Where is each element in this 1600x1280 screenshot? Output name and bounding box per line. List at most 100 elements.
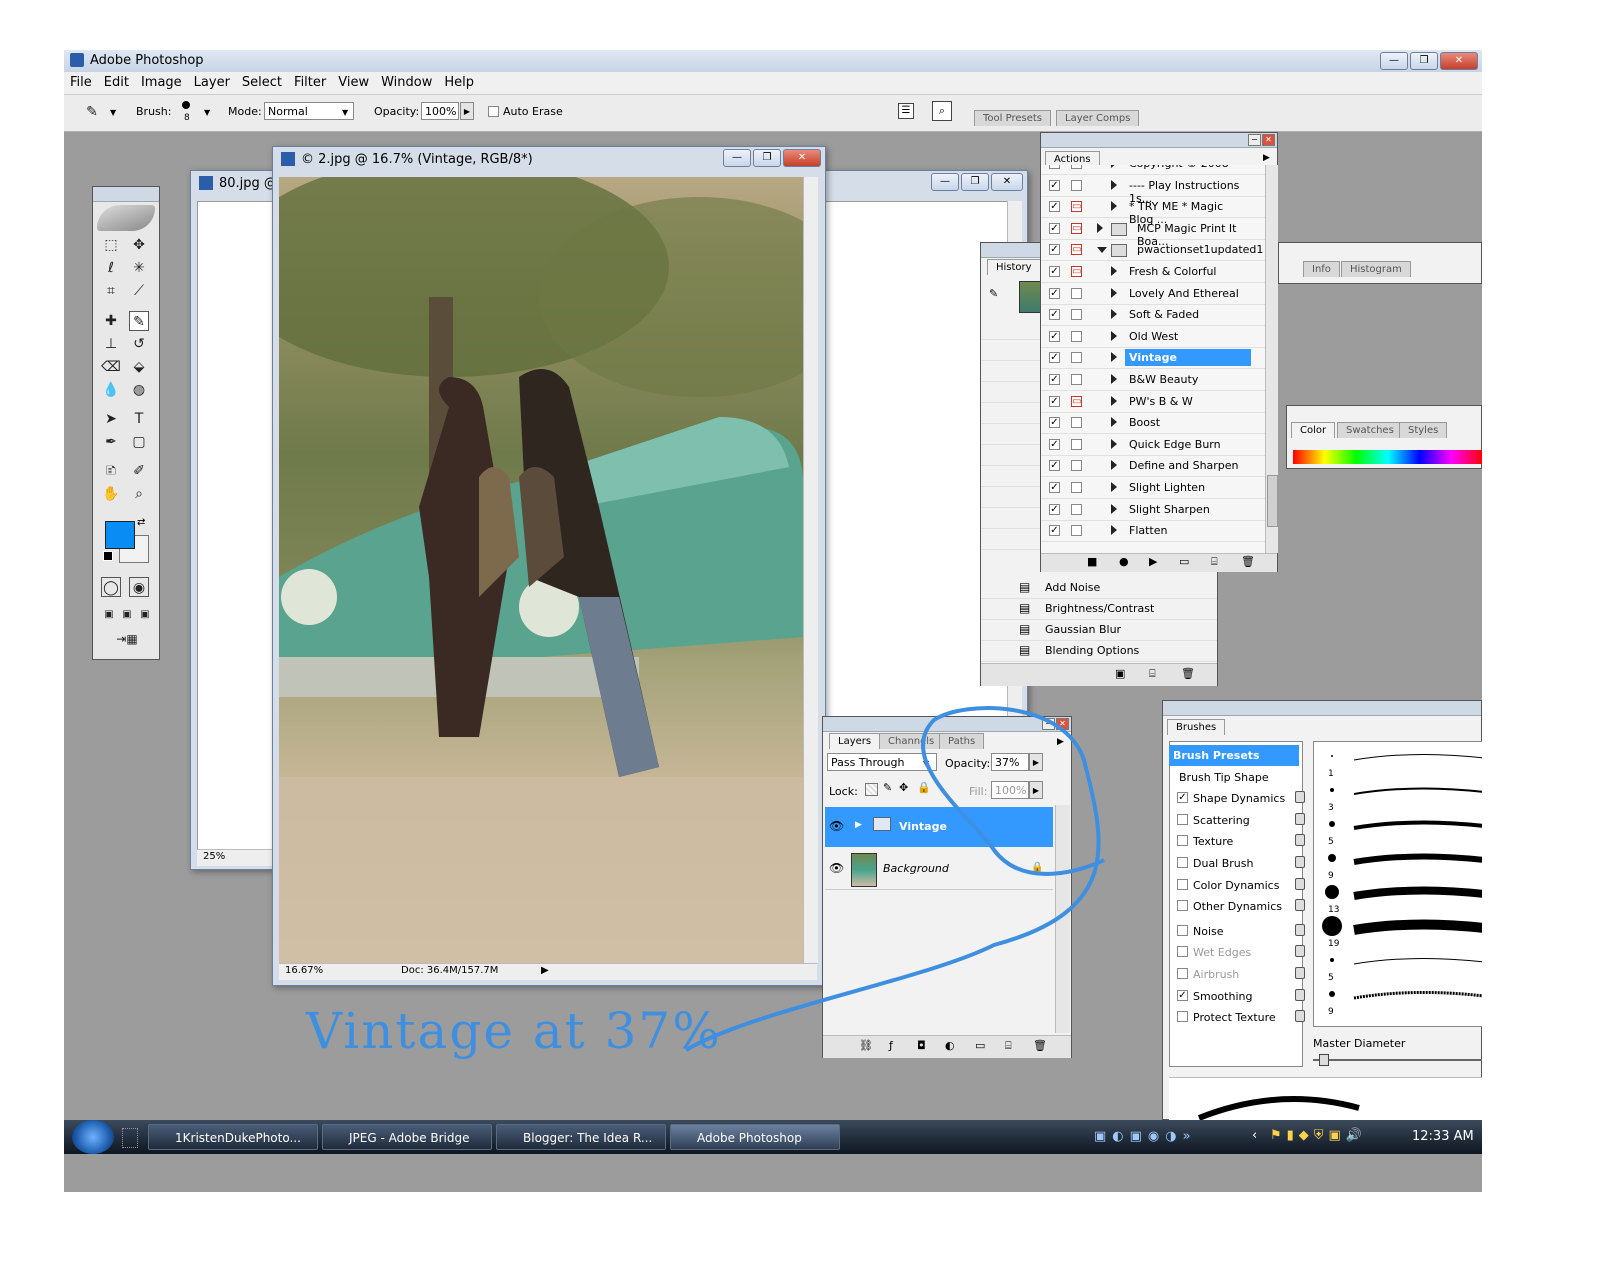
brush-option-lock-icon[interactable]: [1295, 1010, 1305, 1023]
action-dialog-toggle[interactable]: [1071, 287, 1082, 299]
doc2-close-button[interactable]: ✕: [783, 149, 821, 167]
brush-option-row[interactable]: Protect Texture: [1175, 1007, 1305, 1028]
action-expand-icon[interactable]: [1111, 201, 1117, 212]
action-item[interactable]: ✓ ▭ Fresh & Colorful: [1041, 261, 1265, 283]
brush-option-row[interactable]: Texture: [1175, 831, 1305, 852]
brush-preset-dot[interactable]: [1330, 958, 1334, 962]
brush-option-row[interactable]: Scattering: [1175, 810, 1305, 831]
tray-expand-icon[interactable]: ‹: [1252, 1128, 1257, 1143]
action-dialog-toggle[interactable]: ▭: [1071, 244, 1082, 256]
history-brush-tool-icon[interactable]: ↺: [129, 334, 149, 354]
clock[interactable]: 12:33 AM: [1412, 1129, 1474, 1144]
action-expand-icon[interactable]: [1111, 309, 1117, 320]
dodge-tool-icon[interactable]: ◍: [129, 380, 149, 400]
brush-preset-stroke[interactable]: [1353, 957, 1482, 965]
brush-option-checkbox[interactable]: [1177, 900, 1188, 912]
action-dialog-toggle[interactable]: [1071, 482, 1082, 493]
action-toggle-checkbox[interactable]: ✓: [1049, 201, 1060, 213]
minimize-button[interactable]: —: [1380, 52, 1408, 70]
action-toggle-checkbox[interactable]: ✓: [1049, 222, 1060, 234]
paint-bucket-tool-icon[interactable]: ⬙: [129, 357, 149, 377]
brush-preview-icon[interactable]: [182, 101, 190, 109]
tool-preset-dropdown-icon[interactable]: ▼: [110, 108, 116, 117]
swap-colors-icon[interactable]: ⇄: [137, 517, 145, 528]
set-expand-icon[interactable]: [1097, 247, 1107, 254]
action-item[interactable]: ✓ ▭ pwactionset1updated1: [1041, 239, 1265, 262]
doc80-zoom-level[interactable]: 25%: [203, 851, 225, 862]
color-spectrum-ramp[interactable]: [1293, 450, 1482, 464]
action-toggle-checkbox[interactable]: ✓: [1049, 352, 1060, 364]
action-item[interactable]: ✓ Copyright © 2008: [1041, 165, 1265, 175]
brush-option-row[interactable]: Other Dynamics: [1175, 896, 1305, 917]
brush-option-lock-icon[interactable]: [1295, 791, 1305, 804]
action-toggle-checkbox[interactable]: ✓: [1049, 460, 1060, 472]
action-toggle-checkbox[interactable]: ✓: [1049, 417, 1060, 429]
menu-layer[interactable]: Layer: [188, 72, 236, 90]
action-item[interactable]: ✓ Slight Sharpen: [1041, 499, 1265, 521]
action-expand-icon[interactable]: [1111, 266, 1117, 276]
action-expand-icon[interactable]: [1111, 330, 1117, 341]
pen-tool-icon[interactable]: ✒: [101, 432, 121, 452]
taskbar-item-kristenduke[interactable]: 1KristenDukePhoto...: [148, 1124, 318, 1150]
brush-preset-stroke[interactable]: [1353, 990, 1482, 1000]
brush-option-row[interactable]: Brush Tip Shape: [1175, 767, 1305, 788]
doc80-close-button[interactable]: ✕: [991, 173, 1023, 191]
lasso-tool-icon[interactable]: ℓ: [101, 258, 121, 278]
action-dialog-toggle[interactable]: [1071, 438, 1082, 450]
brush-preset-stroke[interactable]: [1353, 853, 1482, 865]
start-button[interactable]: [72, 1120, 114, 1154]
action-toggle-checkbox[interactable]: ✓: [1049, 503, 1060, 515]
healing-brush-tool-icon[interactable]: ✚: [101, 311, 121, 331]
action-dialog-toggle[interactable]: [1071, 179, 1082, 191]
shape-tool-icon[interactable]: ▢: [129, 432, 149, 452]
menu-help[interactable]: Help: [438, 72, 480, 90]
brush-option-row[interactable]: Dual Brush: [1175, 853, 1305, 874]
stop-recording-icon[interactable]: ■: [1087, 555, 1097, 568]
screen-mode-menu-icon[interactable]: ▣: [117, 605, 137, 625]
type-tool-icon[interactable]: T: [129, 409, 149, 429]
tab-swatches[interactable]: Swatches: [1337, 422, 1403, 438]
clone-stamp-tool-icon[interactable]: ⊥: [101, 334, 121, 354]
doc2-minimize-button[interactable]: —: [723, 149, 751, 167]
delete-state-icon[interactable]: 🗑: [1181, 667, 1195, 680]
history-item[interactable]: ▤ Brightness/Contrast: [981, 598, 1217, 620]
doc2-status-menu-arrow-icon[interactable]: ▶: [541, 965, 549, 976]
foreground-color-swatch[interactable]: [105, 521, 135, 549]
action-dialog-toggle[interactable]: [1071, 374, 1082, 385]
menu-filter[interactable]: Filter: [288, 72, 332, 90]
brush-option-checkbox[interactable]: [1177, 878, 1188, 890]
brush-preset-dot[interactable]: [1325, 885, 1339, 899]
menu-select[interactable]: Select: [236, 72, 288, 90]
move-tool-icon[interactable]: ✥: [129, 235, 149, 255]
zoom-tool-icon[interactable]: ⌕: [129, 484, 149, 504]
action-toggle-checkbox[interactable]: ✓: [1049, 374, 1060, 385]
action-toggle-checkbox[interactable]: ✓: [1049, 525, 1060, 537]
opacity-input[interactable]: 100%: [421, 102, 459, 120]
action-dialog-toggle[interactable]: ▭: [1071, 266, 1082, 277]
magic-wand-tool-icon[interactable]: ✳: [129, 258, 149, 278]
file-browser-icon[interactable]: ⌕: [932, 101, 952, 121]
action-toggle-checkbox[interactable]: ✓: [1049, 287, 1060, 299]
screen-mode-standard-icon[interactable]: ▣: [99, 605, 119, 625]
brush-option-lock-icon[interactable]: [1295, 834, 1305, 847]
eraser-tool-icon[interactable]: ⌫: [101, 357, 121, 377]
crop-tool-icon[interactable]: ⌗: [101, 281, 121, 301]
action-dialog-toggle[interactable]: [1071, 309, 1082, 321]
brush-option-lock-icon[interactable]: [1295, 988, 1305, 1001]
pencil-tool-icon[interactable]: ✎: [82, 102, 102, 122]
doc2-restore-button[interactable]: ❐: [753, 149, 781, 167]
action-dialog-toggle[interactable]: [1071, 330, 1082, 342]
tab-info[interactable]: Info: [1303, 261, 1340, 277]
brush-option-lock-icon[interactable]: [1295, 856, 1305, 868]
action-dialog-toggle[interactable]: [1071, 525, 1082, 537]
tab-color[interactable]: Color: [1291, 422, 1336, 438]
quick-mask-mode-icon[interactable]: ◉: [129, 577, 149, 597]
action-item[interactable]: ✓ ▭ PW's B & W: [1041, 391, 1265, 413]
action-dialog-toggle[interactable]: ▭: [1071, 222, 1082, 234]
brush-option-checkbox[interactable]: ✓: [1177, 989, 1188, 1001]
taskbar-item-photoshop[interactable]: Adobe Photoshop: [670, 1124, 840, 1150]
action-item[interactable]: ✓ B&W Beauty: [1041, 369, 1265, 391]
taskbar-item-blogger[interactable]: Blogger: The Idea R...: [496, 1124, 666, 1150]
action-dialog-toggle[interactable]: [1071, 165, 1082, 169]
action-item[interactable]: ✓ ▭ MCP Magic Print It Boa...: [1041, 218, 1265, 248]
